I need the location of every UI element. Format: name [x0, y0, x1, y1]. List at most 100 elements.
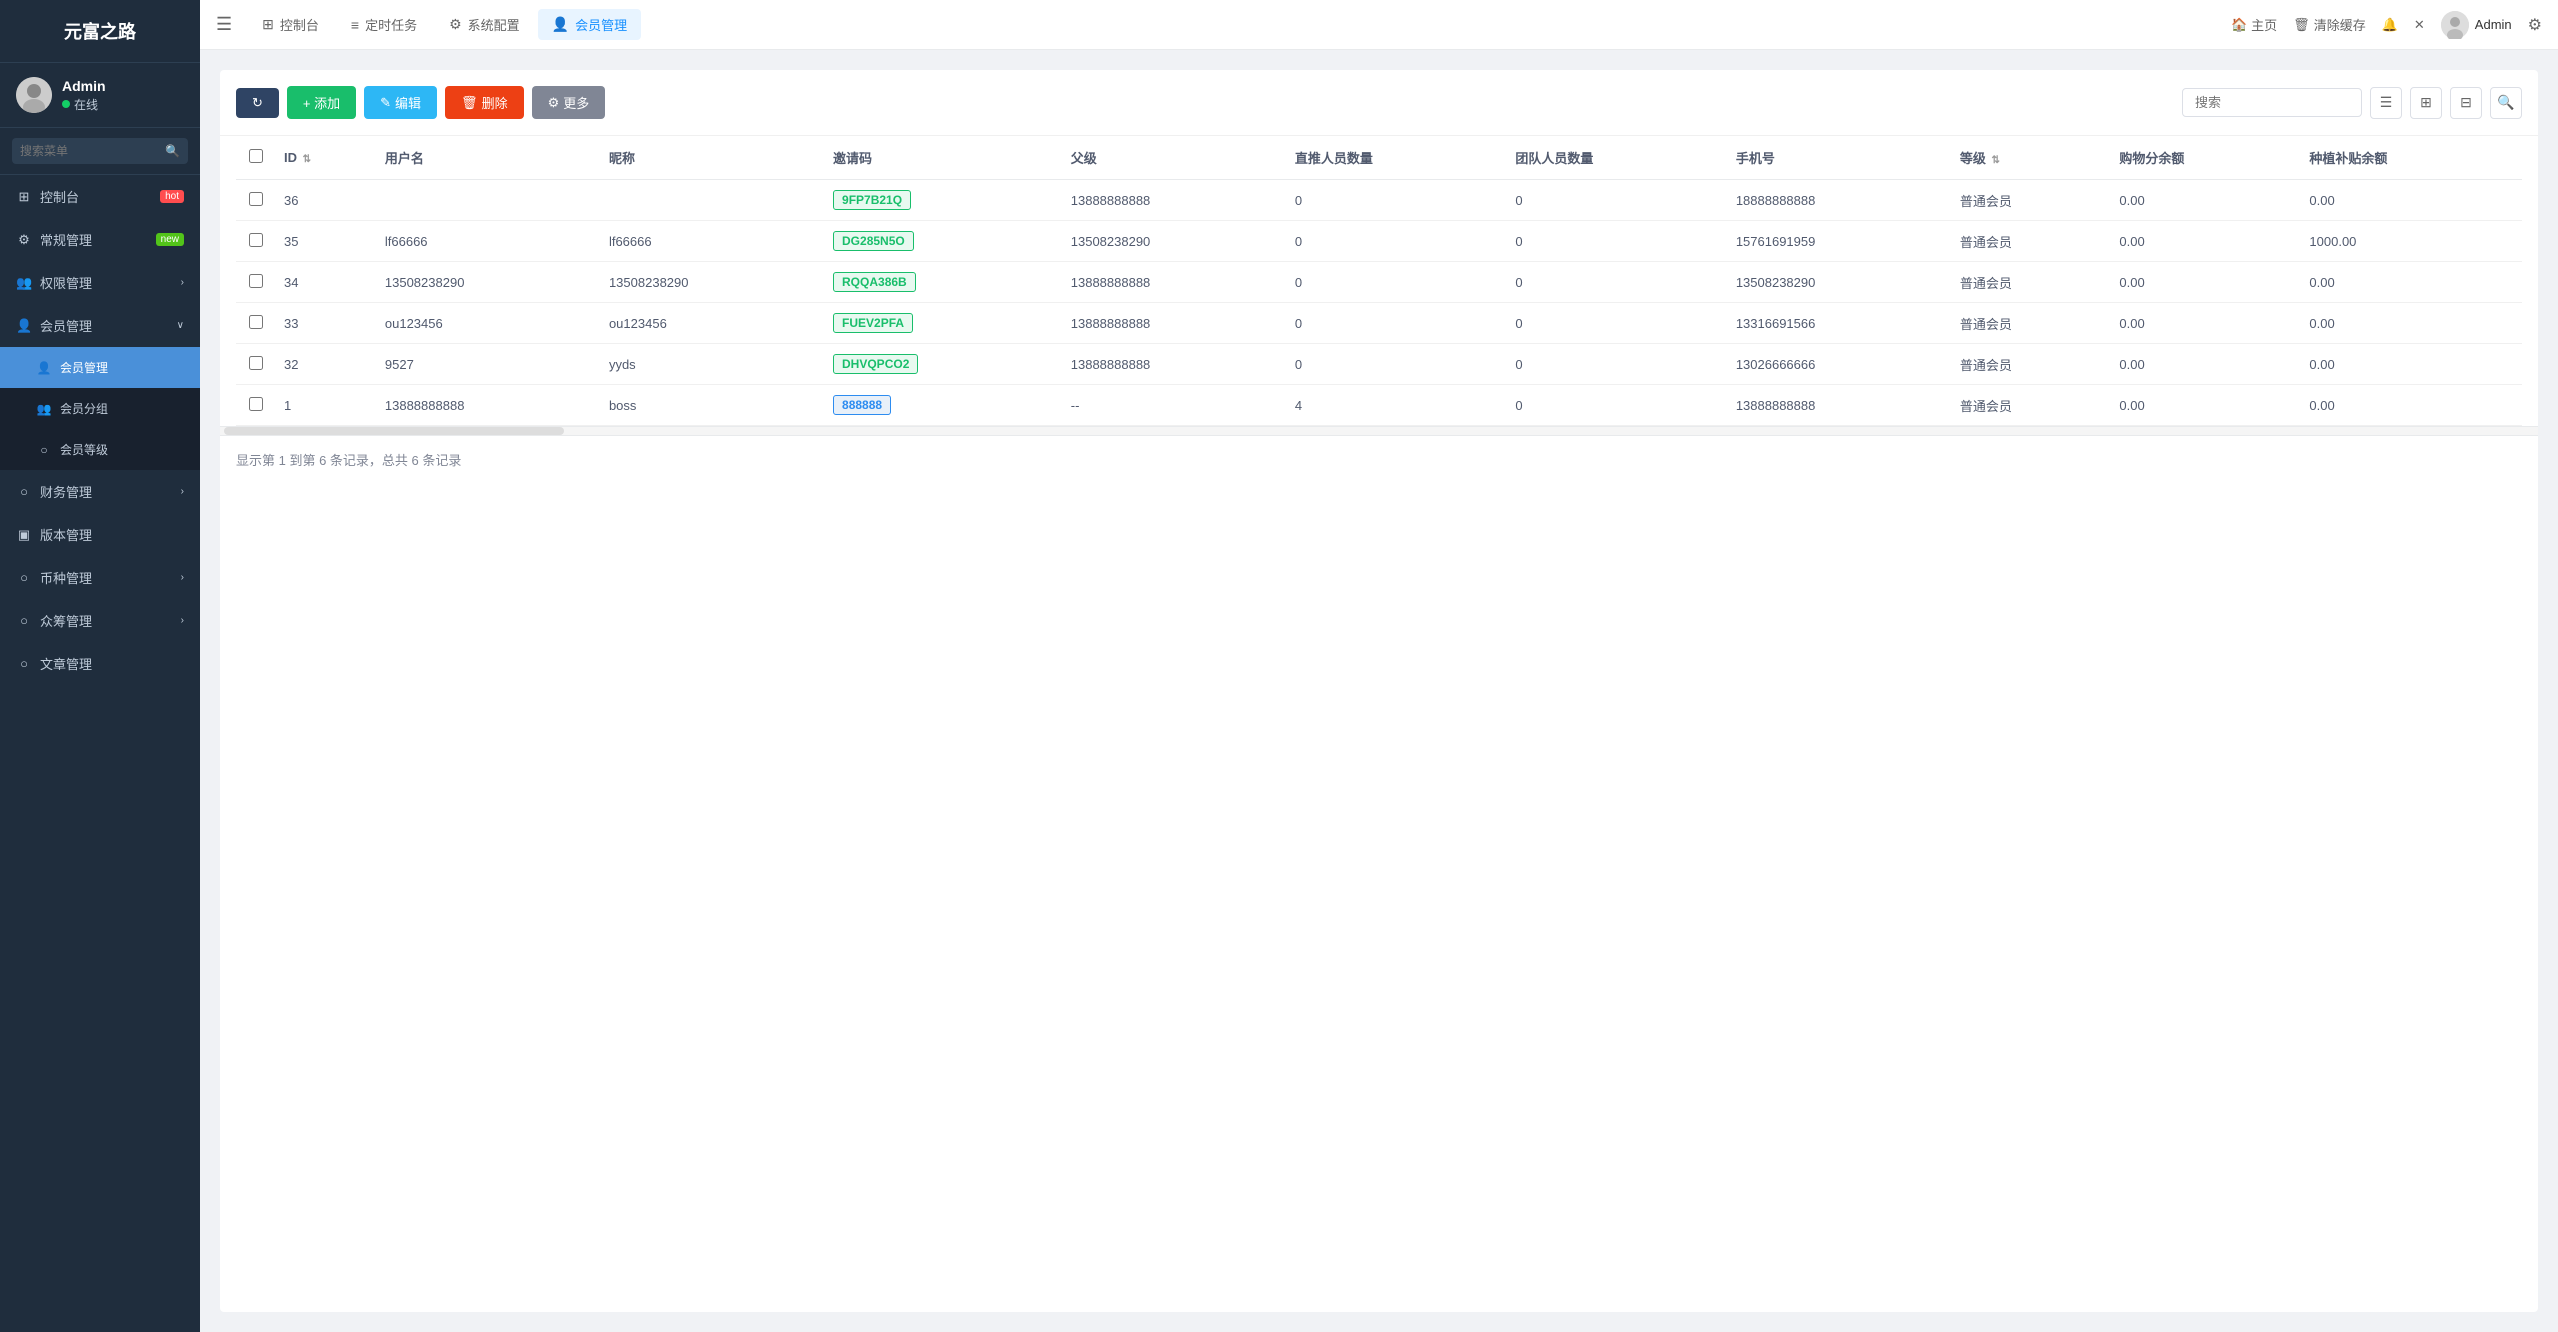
tab-schedule[interactable]: ≡ 定时任务 [337, 9, 431, 40]
sidebar-menu: ⊞ 控制台 hot ⚙ 常规管理 new 👥 权限管理 › 👤 会员管理 ∨ 👤… [0, 175, 200, 1332]
row-checkbox-cell [236, 221, 276, 262]
home-button[interactable]: 🏠 主页 [2231, 15, 2277, 34]
sidebar-item-crowdfunding[interactable]: ○ 众筹管理 › [0, 599, 200, 642]
tab-sysconfig[interactable]: ⚙ 系统配置 [435, 9, 534, 40]
sidebar-item-member-manage[interactable]: 👤 会员管理 [0, 347, 200, 388]
cell-username: 13508238290 [377, 262, 601, 303]
user-status: 在线 [62, 96, 106, 113]
sort-icon[interactable]: ⇅ [303, 154, 311, 165]
member-submenu: 👤 会员管理 👥 会员分组 ○ 会员等级 [0, 347, 200, 470]
row-checkbox[interactable] [249, 233, 263, 247]
sidebar-item-currency[interactable]: ○ 币种管理 › [0, 556, 200, 599]
more-button[interactable]: ⚙ 更多 [532, 86, 606, 119]
search-button[interactable]: 🔍 [2490, 87, 2522, 119]
cell-team-count: 0 [1507, 303, 1728, 344]
member-tab-icon: 👤 [552, 16, 569, 33]
scrollbar-thumb[interactable] [224, 427, 564, 435]
fullscreen-button[interactable]: ✕ [2414, 17, 2425, 33]
cell-parent: 13888888888 [1063, 344, 1287, 385]
list-view-button[interactable]: ☰ [2370, 87, 2402, 119]
search-input[interactable] [12, 138, 188, 164]
table-search-input[interactable] [2182, 88, 2362, 117]
cell-parent: -- [1063, 385, 1287, 426]
menu-toggle-button[interactable]: ☰ [216, 14, 232, 35]
list-icon: ☰ [2380, 94, 2393, 111]
header-nickname: 昵称 [601, 136, 825, 180]
delete-button[interactable]: 🗑 删除 [445, 86, 524, 119]
cell-id: 36 [276, 180, 377, 221]
cell-id: 35 [276, 221, 377, 262]
sidebar-item-version[interactable]: ▣ 版本管理 [0, 513, 200, 556]
tab-member[interactable]: 👤 会员管理 [538, 9, 641, 40]
cell-shopping-balance: 0.00 [2111, 221, 2301, 262]
cell-level: 普通会员 [1952, 262, 2112, 303]
table-row: 34 13508238290 13508238290 RQQA386B 1388… [236, 262, 2522, 303]
sort-icon[interactable]: ⇅ [1992, 155, 2000, 166]
tab-dashboard[interactable]: ⊞ 控制台 [248, 9, 333, 40]
cell-nickname: yyds [601, 344, 825, 385]
cell-invite-code: 888888 [825, 385, 1063, 426]
sidebar-item-general[interactable]: ⚙ 常规管理 new [0, 218, 200, 261]
member-manage-icon: 👤 [36, 361, 52, 375]
row-checkbox[interactable] [249, 192, 263, 206]
select-all-checkbox[interactable] [249, 149, 263, 163]
sidebar-item-label: 会员管理 [40, 316, 177, 335]
table-scrollbar[interactable] [220, 426, 2538, 436]
cell-planting-balance: 0.00 [2301, 180, 2522, 221]
content-panel: ↻ + 添加 ✎ 编辑 🗑 删除 ⚙ 更多 [220, 70, 2538, 1312]
table-footer: 显示第 1 到第 6 条记录，总共 6 条记录 [220, 436, 2538, 483]
cell-id: 34 [276, 262, 377, 303]
row-checkbox[interactable] [249, 397, 263, 411]
clear-cache-button[interactable]: 🗑 清除缓存 [2293, 15, 2366, 34]
refresh-button[interactable]: ↻ [236, 88, 279, 118]
grid-view-button[interactable]: ⊞ [2410, 87, 2442, 119]
sidebar-item-label: 会员等级 [60, 441, 184, 458]
cell-direct-count: 0 [1287, 344, 1508, 385]
cell-level: 普通会员 [1952, 303, 2112, 344]
sidebar-item-member-level[interactable]: ○ 会员等级 [0, 429, 200, 470]
cell-nickname [601, 180, 825, 221]
cell-shopping-balance: 0.00 [2111, 262, 2301, 303]
columns-button[interactable]: ⊟ [2450, 87, 2482, 119]
toolbar-right: ☰ ⊞ ⊟ 🔍 [2182, 87, 2522, 119]
sidebar-item-member[interactable]: 👤 会员管理 ∨ [0, 304, 200, 347]
cell-phone: 13888888888 [1728, 385, 1952, 426]
sidebar-item-finance[interactable]: ○ 财务管理 › [0, 470, 200, 513]
sidebar-item-dashboard[interactable]: ⊞ 控制台 hot [0, 175, 200, 218]
cell-phone: 13316691566 [1728, 303, 1952, 344]
search-icon: 🔍 [165, 144, 180, 158]
header-invite-code: 邀请码 [825, 136, 1063, 180]
cell-level: 普通会员 [1952, 385, 2112, 426]
admin-user-button[interactable]: Admin [2441, 11, 2512, 39]
header-level: 等级 ⇅ [1952, 136, 2112, 180]
cell-team-count: 0 [1507, 385, 1728, 426]
sidebar-item-permission[interactable]: 👥 权限管理 › [0, 261, 200, 304]
cell-phone: 13508238290 [1728, 262, 1952, 303]
cell-planting-balance: 0.00 [2301, 262, 2522, 303]
row-checkbox[interactable] [249, 315, 263, 329]
row-checkbox-cell [236, 385, 276, 426]
sidebar-item-member-group[interactable]: 👥 会员分组 [0, 388, 200, 429]
row-checkbox-cell [236, 180, 276, 221]
cell-username: lf66666 [377, 221, 601, 262]
row-checkbox[interactable] [249, 356, 263, 370]
edit-button[interactable]: ✎ 编辑 [364, 86, 437, 119]
settings-icon[interactable]: ⚙ [2528, 15, 2542, 35]
table-row: 36 9FP7B21Q 13888888888 0 0 18888888888 … [236, 180, 2522, 221]
hot-badge: hot [160, 190, 184, 203]
cell-invite-code: FUEV2PFA [825, 303, 1063, 344]
notification-button[interactable]: 🔔 [2382, 17, 2398, 33]
chevron-right-icon: › [181, 615, 184, 626]
row-checkbox[interactable] [249, 274, 263, 288]
add-button[interactable]: + 添加 [287, 86, 356, 119]
cell-team-count: 0 [1507, 344, 1728, 385]
sidebar-item-article[interactable]: ○ 文章管理 [0, 642, 200, 685]
grid-icon: ⊞ [2420, 94, 2432, 111]
search-icon: 🔍 [2497, 94, 2514, 111]
cell-team-count: 0 [1507, 221, 1728, 262]
header-id: ID ⇅ [276, 136, 377, 180]
cell-parent: 13888888888 [1063, 262, 1287, 303]
finance-icon: ○ [16, 484, 32, 499]
invite-code-badge: 9FP7B21Q [833, 190, 911, 210]
pagination-info: 显示第 1 到第 6 条记录，总共 6 条记录 [236, 453, 461, 468]
